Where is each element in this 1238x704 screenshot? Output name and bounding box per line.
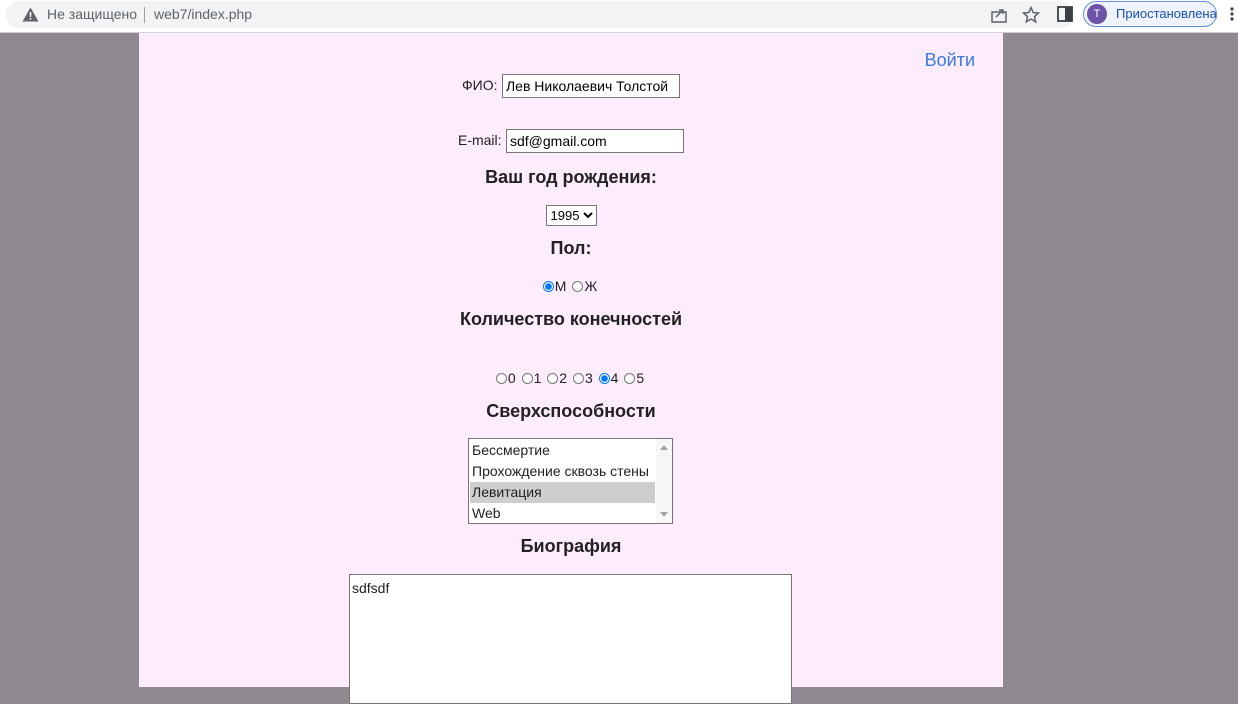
gender-label-m: М — [554, 278, 567, 294]
bookmark-star-icon[interactable] — [1022, 6, 1040, 24]
birth-year-select[interactable]: 1995 — [545, 205, 597, 226]
limbs-radio-0[interactable] — [495, 373, 507, 384]
profile-button[interactable]: T Приостановлена — [1083, 1, 1217, 27]
listbox-scrollbar[interactable] — [656, 439, 672, 523]
fio-input[interactable] — [501, 74, 680, 98]
profile-status-label: Приостановлена — [1116, 6, 1217, 21]
warning-icon[interactable] — [22, 7, 39, 22]
omnibox-divider — [144, 7, 145, 23]
scroll-up-arrow-icon[interactable] — [660, 445, 668, 450]
fio-label: ФИО: — [462, 77, 498, 94]
bio-heading: Биография — [520, 536, 622, 556]
security-label[interactable]: Не защищено — [47, 6, 137, 22]
limbs-label-4: 4 — [610, 370, 619, 386]
ability-option[interactable]: Web — [470, 503, 655, 523]
email-field[interactable] — [506, 129, 684, 153]
limbs-radio-1[interactable] — [521, 373, 533, 384]
browser-toolbar: Не защищено web7/index.php T Приостановл… — [0, 0, 1238, 33]
limbs-heading: Количество конечностей — [459, 309, 683, 329]
limbs-radio-2[interactable] — [547, 373, 559, 384]
gender-label-f: Ж — [584, 278, 598, 294]
limbs-radio-5[interactable] — [624, 373, 636, 384]
abilities-heading: Сверхспособности — [486, 401, 656, 421]
share-icon[interactable] — [990, 6, 1008, 24]
ability-option[interactable]: Бессмертие — [470, 440, 655, 461]
limbs-label-1: 1 — [533, 370, 542, 386]
fio-row: ФИО: — [139, 74, 1003, 98]
limbs-radio-3[interactable] — [572, 373, 584, 384]
limbs-label-3: 3 — [584, 370, 593, 386]
side-panel-icon[interactable] — [1056, 5, 1074, 23]
limbs-radio-group: 0 1 2 3 4 5 — [139, 370, 1003, 386]
birth-year-heading: Ваш год рождения: — [485, 167, 657, 187]
email-row: E-mail: — [139, 129, 1003, 153]
avatar: T — [1087, 4, 1107, 24]
ability-option-selected[interactable]: Левитация — [470, 482, 655, 503]
gender-radio-group: М Ж — [139, 278, 1003, 294]
email-label: E-mail: — [457, 132, 502, 149]
page-content: Войти ФИО: E-mail: Ваш год рождения: 199… — [139, 33, 1003, 704]
limbs-radio-4[interactable] — [598, 373, 610, 384]
bio-textarea[interactable]: sdfsdf — [349, 574, 792, 704]
limbs-label-2: 2 — [559, 370, 568, 386]
ability-option[interactable]: Прохождение сквозь стены — [470, 461, 655, 482]
gender-radio-f[interactable] — [572, 281, 584, 292]
gender-heading: Пол: — [550, 238, 592, 258]
address-bar[interactable]: Не защищено web7/index.php — [6, 1, 1074, 28]
birth-year-row: 1995 — [139, 205, 1003, 226]
abilities-listbox[interactable]: Бессмертие Прохождение сквозь стены Леви… — [468, 438, 673, 524]
limbs-label-0: 0 — [507, 370, 516, 386]
gender-radio-m[interactable] — [542, 281, 554, 292]
url-text[interactable]: web7/index.php — [154, 6, 252, 22]
more-menu-icon[interactable] — [1226, 5, 1238, 23]
login-link[interactable]: Войти — [925, 50, 975, 71]
limbs-label-5: 5 — [636, 370, 645, 386]
scroll-down-arrow-icon[interactable] — [660, 512, 668, 517]
